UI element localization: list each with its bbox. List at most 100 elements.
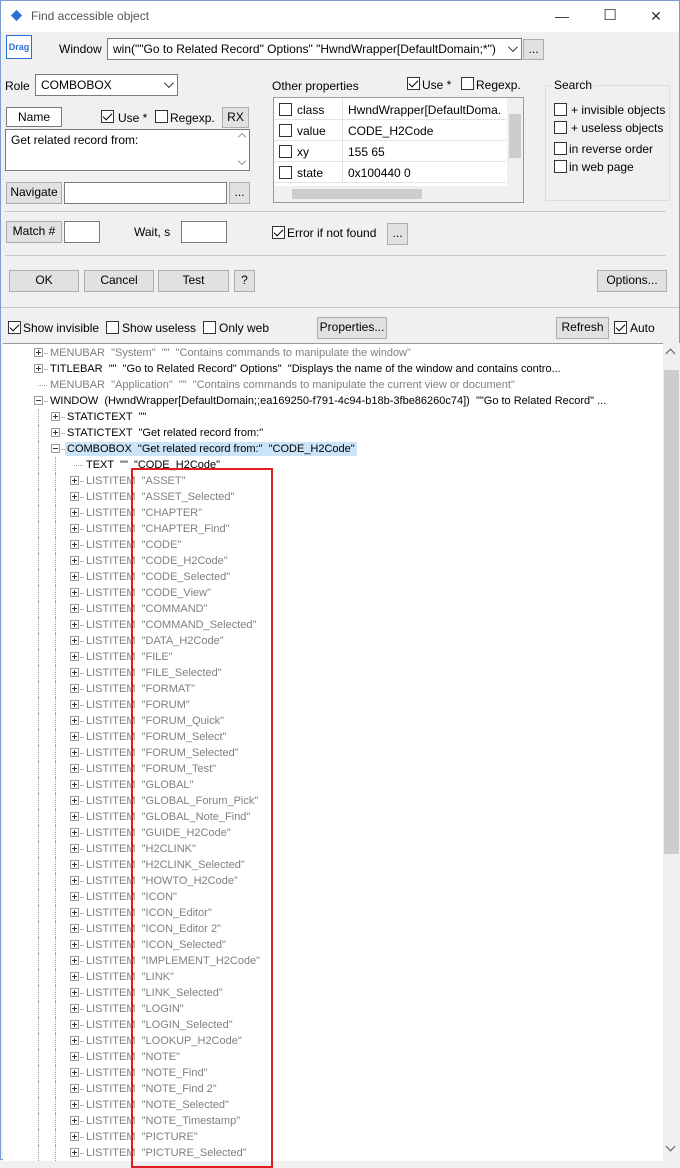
expand-icon[interactable] xyxy=(70,1116,79,1125)
expand-icon[interactable] xyxy=(70,892,79,901)
only-web-checkbox[interactable] xyxy=(203,321,216,334)
property-row-class[interactable]: class HwndWrapper[DefaultDoma... xyxy=(274,99,506,120)
tree-listitem-row[interactable]: LISTITEM "NOTE_Find 2" xyxy=(3,1081,663,1097)
expand-icon[interactable] xyxy=(70,508,79,517)
help-button[interactable]: ? xyxy=(234,270,255,292)
tree-listitem-row[interactable]: LISTITEM "FORMAT" xyxy=(3,681,663,697)
tree-listitem-row[interactable]: LISTITEM "PICTURE" xyxy=(3,1129,663,1145)
expand-icon[interactable] xyxy=(70,620,79,629)
show-invisible-checkbox[interactable] xyxy=(8,321,21,334)
tree-listitem-row[interactable]: LISTITEM "NOTE_Selected" xyxy=(3,1097,663,1113)
expand-icon[interactable] xyxy=(70,812,79,821)
expand-icon[interactable] xyxy=(70,604,79,613)
tree-item-label[interactable]: LISTITEM "CODE_H2Code" xyxy=(84,554,230,568)
tree-listitem-row[interactable]: LISTITEM "ICON" xyxy=(3,889,663,905)
tree-listitem-row[interactable]: LISTITEM "CODE_View" xyxy=(3,585,663,601)
tree-listitem-row[interactable]: LISTITEM "LINK_Selected" xyxy=(3,985,663,1001)
tree-item-label[interactable]: LISTITEM "ICON" xyxy=(84,890,179,904)
tree-item-label[interactable]: LISTITEM "ASSET" xyxy=(84,474,188,488)
props-regexp-checkbox[interactable] xyxy=(461,77,474,90)
expand-icon[interactable] xyxy=(70,652,79,661)
search-web-checkbox[interactable] xyxy=(554,160,567,173)
tree-item-label[interactable]: LISTITEM "CODE" xyxy=(84,538,183,552)
expand-icon[interactable] xyxy=(70,828,79,837)
minimize-button[interactable]: — xyxy=(539,1,585,31)
property-value[interactable]: 0x100440 0 xyxy=(348,166,502,180)
tree-listitem-row[interactable]: LISTITEM "IMPLEMENT_H2Code" xyxy=(3,953,663,969)
tree-listitem-row[interactable]: LISTITEM "COMMAND_Selected" xyxy=(3,617,663,633)
tree-item-label[interactable]: LISTITEM "DATA_H2Code" xyxy=(84,634,226,648)
tree-item-label[interactable]: TEXT "" "CODE_H2Code" xyxy=(84,458,222,472)
rx-button[interactable]: RX xyxy=(222,107,249,128)
tree-listitem-row[interactable]: LISTITEM "H2CLINK_Selected" xyxy=(3,857,663,873)
scroll-thumb[interactable] xyxy=(292,189,422,199)
expand-icon[interactable] xyxy=(70,524,79,533)
expand-icon[interactable] xyxy=(70,988,79,997)
wait-input[interactable] xyxy=(181,221,227,243)
tree-item-label[interactable]: LISTITEM "LOGIN_Selected" xyxy=(84,1018,235,1032)
tree-item-label[interactable]: LISTITEM "GLOBAL_Note_Find" xyxy=(84,810,252,824)
accessible-object-tree[interactable]: MENUBAR "System" "" "Contains commands t… xyxy=(3,343,663,1161)
tree-item-label[interactable]: LISTITEM "CHAPTER_Find" xyxy=(84,522,232,536)
tree-row[interactable]: WINDOW (HwndWrapper[DefaultDomain;;ea169… xyxy=(3,393,663,409)
tree-row[interactable]: MENUBAR "Application" "" "Contains comma… xyxy=(3,377,663,393)
expand-icon[interactable] xyxy=(70,796,79,805)
tree-item-label[interactable]: LISTITEM "GLOBAL_Forum_Pick" xyxy=(84,794,260,808)
tree-item-label[interactable]: LISTITEM "GUIDE_H2Code" xyxy=(84,826,233,840)
tree-item-label[interactable]: LISTITEM "FORUM_Quick" xyxy=(84,714,226,728)
tree-item-label[interactable]: LISTITEM "ICON_Editor 2" xyxy=(84,922,223,936)
property-checkbox[interactable] xyxy=(279,103,292,116)
expand-icon[interactable] xyxy=(70,492,79,501)
search-reverse-checkbox[interactable] xyxy=(554,142,567,155)
properties-hscrollbar[interactable] xyxy=(274,186,523,202)
tree-listitem-row[interactable]: LISTITEM "ICON_Selected" xyxy=(3,937,663,953)
scroll-down-icon[interactable] xyxy=(237,156,247,166)
expand-icon[interactable] xyxy=(70,1020,79,1029)
ok-button[interactable]: OK xyxy=(9,270,79,292)
property-checkbox[interactable] xyxy=(279,145,292,158)
error-if-not-found-checkbox[interactable] xyxy=(272,226,285,239)
tree-item-label[interactable]: LISTITEM "NOTE_Find" xyxy=(84,1066,210,1080)
tree-item-label[interactable]: LISTITEM "FILE_Selected" xyxy=(84,666,224,680)
expand-icon[interactable] xyxy=(70,908,79,917)
match-input[interactable] xyxy=(64,221,100,243)
tree-item-label[interactable]: STATICTEXT "" xyxy=(65,410,148,424)
tree-listitem-row[interactable]: LISTITEM "FILE_Selected" xyxy=(3,665,663,681)
tree-item-label[interactable]: LISTITEM "FILE" xyxy=(84,650,175,664)
property-row-state[interactable]: state 0x100440 0 xyxy=(274,162,506,183)
tree-item-label[interactable]: LISTITEM "COMMAND" xyxy=(84,602,210,616)
tree-item-label[interactable]: WINDOW (HwndWrapper[DefaultDomain;;ea169… xyxy=(48,394,608,408)
tree-listitem-row[interactable]: LISTITEM "ASSET_Selected" xyxy=(3,489,663,505)
tree-listitem-row[interactable]: LISTITEM "FORUM_Quick" xyxy=(3,713,663,729)
name-regexp-checkbox[interactable] xyxy=(155,110,168,123)
tree-item-label[interactable]: MENUBAR "System" "" "Contains commands t… xyxy=(48,346,413,360)
tree-item-label[interactable]: MENUBAR "Application" "" "Contains comma… xyxy=(48,378,517,392)
tree-item-label[interactable]: LISTITEM "IMPLEMENT_H2Code" xyxy=(84,954,262,968)
expand-icon[interactable] xyxy=(70,924,79,933)
expand-icon[interactable] xyxy=(70,476,79,485)
expand-icon[interactable] xyxy=(51,412,60,421)
property-row-xy[interactable]: xy 155 65 xyxy=(274,141,506,162)
tree-item-label[interactable]: COMBOBOX "Get related record from:" "COD… xyxy=(65,442,357,456)
tree-item-label[interactable]: LISTITEM "NOTE_Selected" xyxy=(84,1098,231,1112)
tree-item-label[interactable]: LISTITEM "LINK" xyxy=(84,970,176,984)
tree-listitem-row[interactable]: LISTITEM "GLOBAL_Note_Find" xyxy=(3,809,663,825)
expand-icon[interactable] xyxy=(70,1004,79,1013)
tree-row[interactable]: TEXT "" "CODE_H2Code" xyxy=(3,457,663,473)
tree-row[interactable]: COMBOBOX "Get related record from:" "COD… xyxy=(3,441,663,457)
expand-icon[interactable] xyxy=(70,732,79,741)
expand-icon[interactable] xyxy=(70,716,79,725)
scroll-up-icon[interactable] xyxy=(665,348,676,359)
tree-item-label[interactable]: LISTITEM "CHAPTER" xyxy=(84,506,204,520)
expand-icon[interactable] xyxy=(70,860,79,869)
show-useless-checkbox[interactable] xyxy=(106,321,119,334)
expand-icon[interactable] xyxy=(70,668,79,677)
tree-listitem-row[interactable]: LISTITEM "PICTURE_Selected" xyxy=(3,1145,663,1161)
scroll-up-icon[interactable] xyxy=(237,132,247,142)
tree-item-label[interactable]: LISTITEM "LOGIN" xyxy=(84,1002,186,1016)
property-value[interactable]: HwndWrapper[DefaultDoma... xyxy=(348,103,502,117)
tree-item-label[interactable]: LISTITEM "LINK_Selected" xyxy=(84,986,225,1000)
expand-icon[interactable] xyxy=(70,636,79,645)
tree-item-label[interactable]: STATICTEXT "Get related record from:" xyxy=(65,426,265,440)
tree-listitem-row[interactable]: LISTITEM "ICON_Editor" xyxy=(3,905,663,921)
